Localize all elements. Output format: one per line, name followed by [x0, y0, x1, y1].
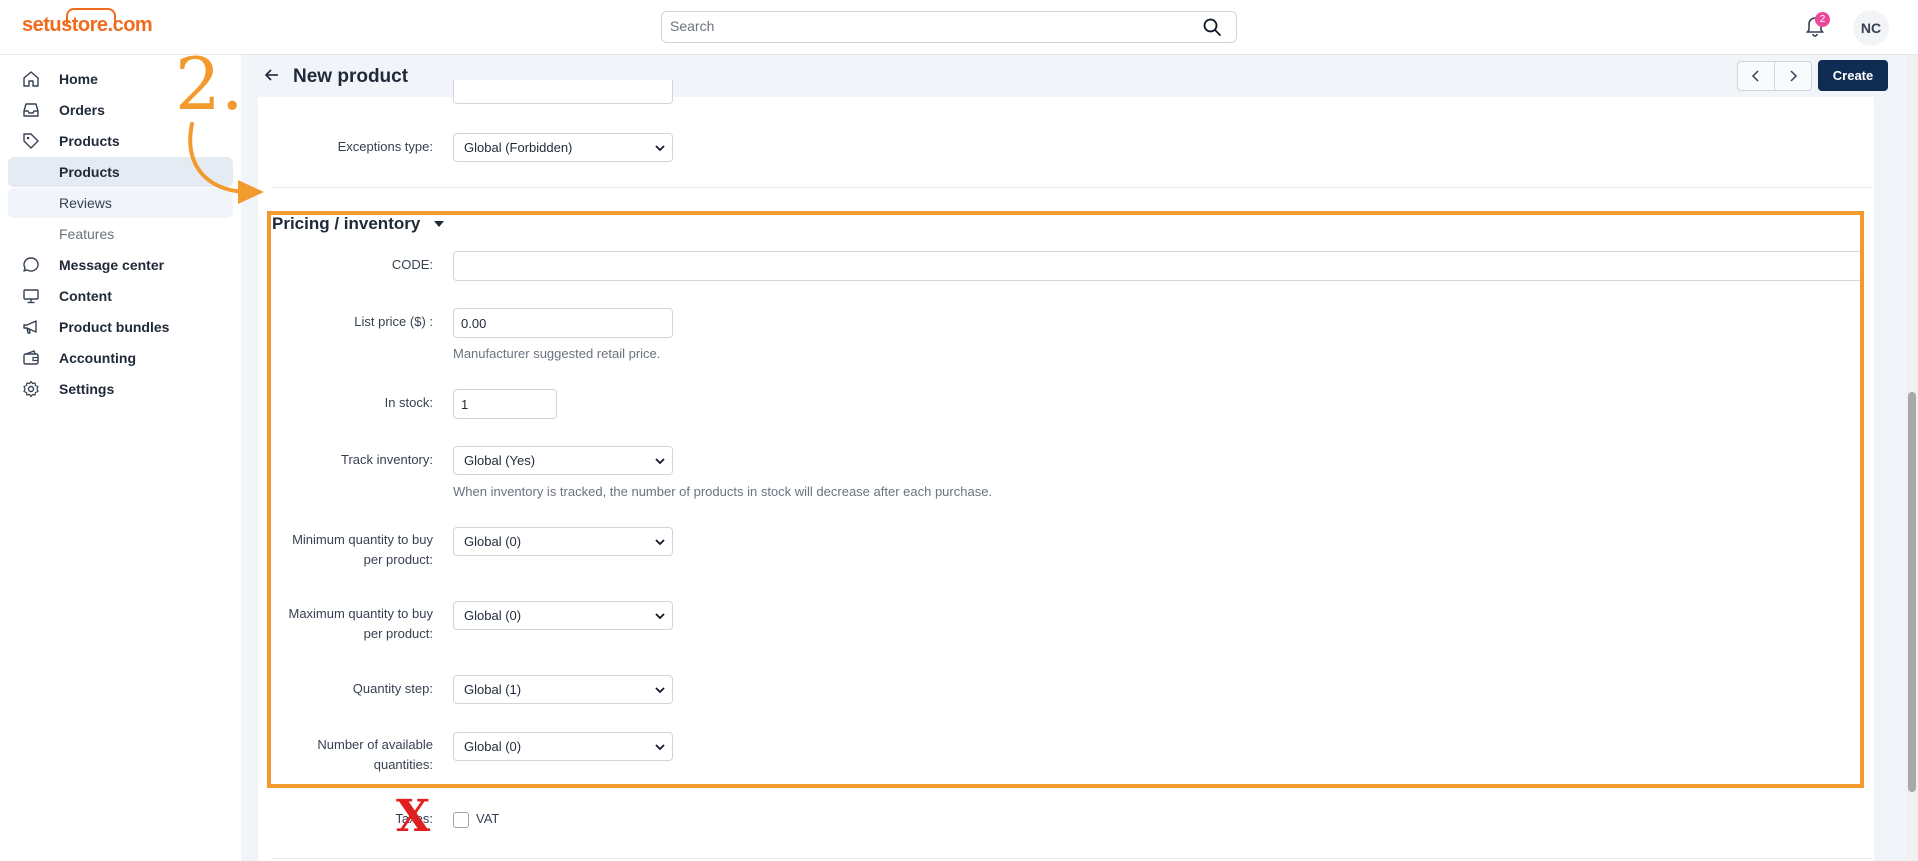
curved-arrow-annotation — [188, 122, 264, 204]
tag-icon — [22, 132, 40, 150]
megaphone-icon — [22, 318, 40, 336]
search-input[interactable] — [662, 12, 1198, 40]
chevron-right-icon — [1790, 70, 1798, 82]
section-divider — [272, 187, 1872, 188]
sidebar-subitem-features[interactable]: Features — [8, 219, 233, 249]
sidebar-item-content[interactable]: Content — [8, 281, 233, 311]
exceptions-type-select[interactable]: Global (Forbidden) — [453, 133, 673, 162]
scrollbar-thumb[interactable] — [1908, 392, 1916, 792]
vat-checkbox[interactable] — [453, 812, 469, 828]
vat-label: VAT — [476, 811, 500, 826]
sidebar-item-settings[interactable]: Settings — [8, 374, 233, 404]
chat-icon — [22, 256, 40, 274]
partial-select[interactable] — [453, 80, 673, 104]
home-icon — [22, 70, 40, 88]
notification-badge: 2 — [1815, 12, 1830, 27]
page-title: New product — [293, 66, 409, 87]
wallet-icon — [22, 349, 40, 367]
cart-handle-shape — [66, 8, 116, 24]
top-bar: setustore.com 2 NC — [0, 0, 1918, 55]
step-number-annotation: 2. — [175, 42, 244, 126]
x-mark-annotation: X — [396, 791, 431, 842]
highlight-box — [267, 211, 1864, 788]
inbox-icon — [22, 101, 40, 119]
prev-product-button[interactable] — [1737, 61, 1775, 91]
section-divider-bottom — [272, 858, 1872, 859]
gear-icon — [22, 380, 40, 398]
chevron-down-icon — [655, 145, 665, 152]
create-button[interactable]: Create — [1818, 60, 1888, 91]
back-arrow-icon[interactable] — [263, 66, 281, 89]
next-product-button[interactable] — [1774, 61, 1812, 91]
chevron-left-icon — [1751, 70, 1759, 82]
sidebar-item-accounting[interactable]: Accounting — [8, 343, 233, 373]
sidebar-item-message-center[interactable]: Message center — [8, 250, 233, 280]
logo[interactable]: setustore.com — [22, 8, 153, 37]
search-box[interactable] — [661, 11, 1237, 43]
monitor-icon — [22, 287, 40, 305]
avatar[interactable]: NC — [1853, 10, 1889, 46]
sidebar-item-product-bundles[interactable]: Product bundles — [8, 312, 233, 342]
exceptions-type-label: Exceptions type: — [337, 139, 433, 154]
search-icon[interactable] — [1202, 17, 1222, 42]
